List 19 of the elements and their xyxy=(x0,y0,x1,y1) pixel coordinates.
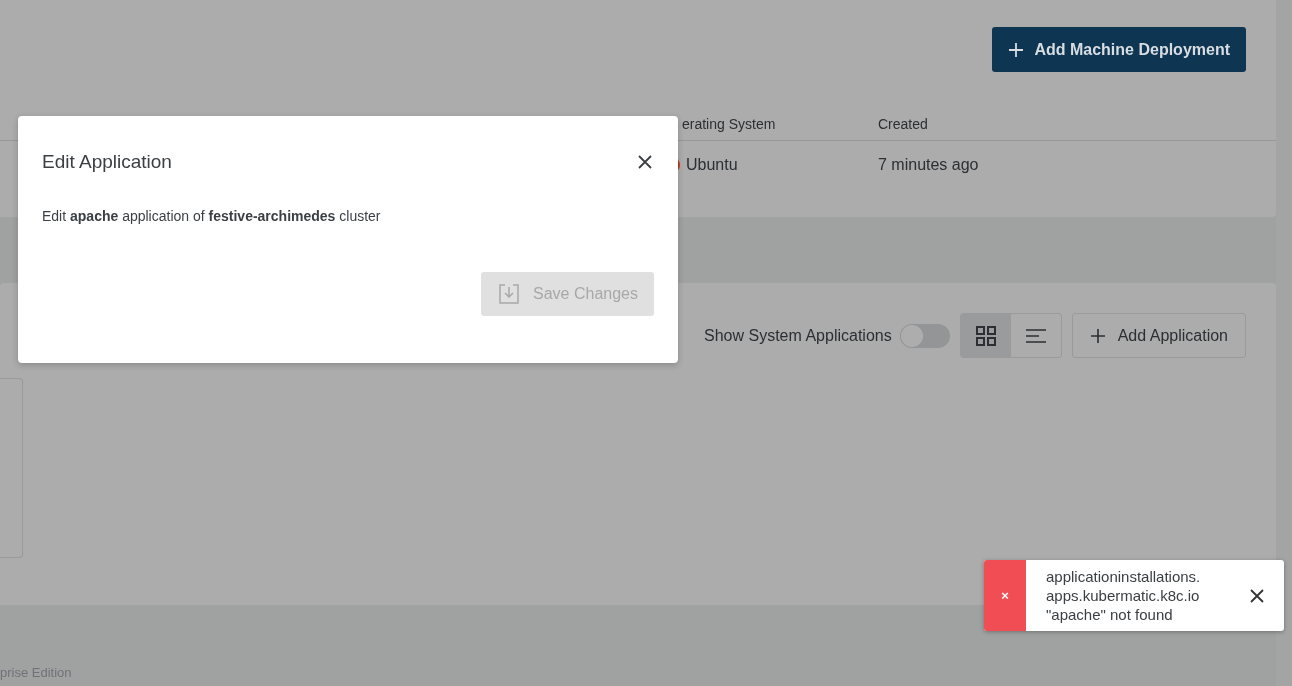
add-machine-deployment-button[interactable]: Add Machine Deployment xyxy=(992,27,1246,72)
toggle-switch[interactable] xyxy=(899,323,950,348)
column-header: erating System xyxy=(682,116,777,132)
add-application-button[interactable]: Add Application xyxy=(1071,313,1246,358)
lines-icon xyxy=(1025,328,1046,343)
table-cell: Ubuntu xyxy=(686,156,738,174)
plus-icon xyxy=(1089,327,1106,344)
table-cell-text: 7 minutes ago xyxy=(878,156,980,174)
dialog-description: Edit apache application of festive-archimedes cluster xyxy=(42,208,382,224)
grid-view-button[interactable] xyxy=(960,314,1011,357)
plus-icon xyxy=(1008,41,1025,58)
grid-icon xyxy=(975,325,996,346)
error-mark: × xyxy=(1001,588,1009,603)
column-header: Created xyxy=(878,116,929,132)
error-message: applicationinstallations. apps.kubermatic.k8c.io "apache" not found xyxy=(1046,567,1202,624)
toggle-label: Show System Applications xyxy=(704,326,892,345)
dialog-title: Edit Application xyxy=(42,151,172,173)
close-button[interactable] xyxy=(1248,586,1266,605)
save-icon xyxy=(499,284,520,304)
